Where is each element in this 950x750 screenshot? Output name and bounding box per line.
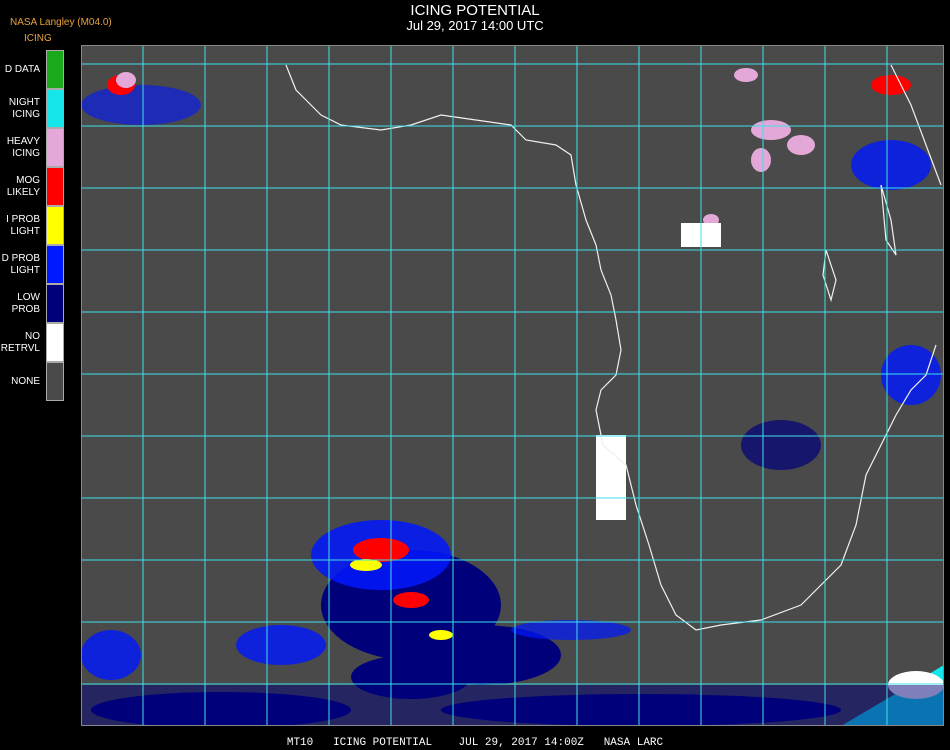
legend-swatch <box>46 284 64 323</box>
legend-label: I PROB LIGHT <box>6 213 40 237</box>
legend-label: NIGHT ICING <box>8 96 40 120</box>
legend-swatch <box>46 323 64 362</box>
color-legend: D DATA NIGHT ICING HEAVY ICING MOG LIKEL… <box>0 50 64 401</box>
light-prob-region <box>511 620 631 640</box>
legend-swatch <box>46 50 64 89</box>
legend-item-mog-likely: MOG LIKELY <box>0 167 64 206</box>
light-prob-region <box>881 345 941 405</box>
legend-item-no-retrieval: NO RETRVL <box>0 323 64 362</box>
legend-label: NONE <box>11 375 40 387</box>
legend-label: D PROB LIGHT <box>1 252 40 276</box>
coast-band <box>81 685 944 726</box>
legend-item-good-data: D DATA <box>0 50 64 89</box>
light-prob-region <box>81 630 141 680</box>
heavy-icing-region <box>787 135 815 155</box>
footer-caption: MT10 ICING POTENTIAL JUL 29, 2017 14:00Z… <box>286 737 664 749</box>
heavy-icing-region <box>751 120 791 140</box>
light-prob-region <box>851 140 931 190</box>
legend-swatch <box>46 245 64 284</box>
legend-swatch <box>46 89 64 128</box>
legend-label: HEAVY ICING <box>6 135 40 159</box>
legend-label: LOW PROB <box>11 291 40 315</box>
legend-label: D DATA <box>4 63 40 75</box>
legend-item-lo-prob-light: D PROB LIGHT <box>0 245 64 284</box>
legend-item-heavy-icing: HEAVY ICING <box>0 128 64 167</box>
heavy-icing-region <box>116 72 136 88</box>
hi-prob-region <box>429 630 453 640</box>
light-prob-region <box>81 85 201 125</box>
map-title: ICING POTENTIAL <box>410 2 540 19</box>
legend-swatch <box>46 167 64 206</box>
mog-region <box>353 538 409 562</box>
hi-prob-region <box>350 559 382 571</box>
legend-item-hi-prob-light: I PROB LIGHT <box>0 206 64 245</box>
heavy-icing-region <box>734 68 758 82</box>
legend-swatch <box>46 362 64 401</box>
heavy-icing-region <box>751 148 771 172</box>
icing-map <box>81 45 944 726</box>
light-prob-region <box>741 420 821 470</box>
mog-region <box>393 592 429 608</box>
legend-label: MOG LIKELY <box>6 174 40 198</box>
legend-item-night-icing: NIGHT ICING <box>0 89 64 128</box>
legend-item-none: NONE <box>0 362 64 401</box>
legend-item-low-prob: LOW PROB <box>0 284 64 323</box>
light-prob-region <box>236 625 326 665</box>
no-retrieval-region <box>596 435 626 520</box>
legend-label: NO RETRVL <box>0 330 40 354</box>
product-label: ICING <box>24 33 52 44</box>
legend-swatch <box>46 128 64 167</box>
legend-swatch <box>46 206 64 245</box>
map-timestamp: Jul 29, 2017 14:00 UTC <box>406 18 544 33</box>
